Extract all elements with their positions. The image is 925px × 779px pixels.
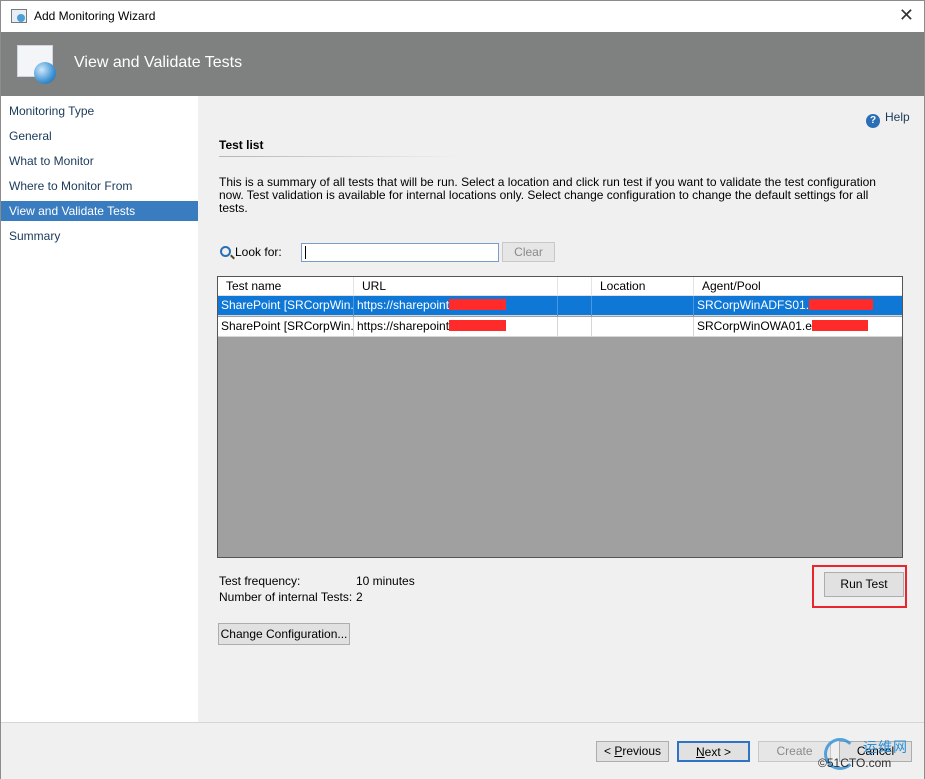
column-header-location[interactable]: Location [592, 277, 694, 296]
cell-url-text: https://sharepoint [357, 298, 450, 312]
nav-item-view-and-validate-tests[interactable]: View and Validate Tests [1, 201, 198, 221]
change-configuration-button[interactable]: Change Configuration... [218, 623, 350, 645]
cell-agent-pool: SRCorpWinOWA01.e [694, 317, 902, 337]
test-frequency-label: Test frequency: [219, 574, 301, 588]
section-title: Test list [219, 138, 264, 152]
redaction-mark [449, 299, 507, 310]
help-icon: ? [866, 114, 880, 128]
main-content: ? Help Test list This is a summary of all… [198, 96, 924, 722]
internal-tests-label: Number of internal Tests: [219, 590, 353, 604]
cell-agent-pool: SRCorpWinADFS01. [694, 296, 902, 316]
wizard-app-icon [11, 9, 27, 23]
text-caret [305, 246, 306, 259]
help-link[interactable]: ? Help [866, 110, 910, 128]
look-for-text: Look for: [235, 245, 282, 259]
column-header-test-name[interactable]: Test name [218, 277, 354, 296]
window-title: Add Monitoring Wizard [34, 9, 156, 23]
help-label: Help [885, 110, 910, 124]
redaction-mark [809, 299, 874, 310]
cell-agent-text: SRCorpWinOWA01.e [697, 319, 812, 333]
column-header-agent-pool[interactable]: Agent/Pool [694, 277, 902, 296]
next-accel: N [695, 745, 705, 759]
monitor-globe-icon [17, 45, 56, 84]
column-header-blank[interactable] [558, 277, 592, 296]
test-list-grid: Test name URL Location Agent/Pool ShareP… [217, 276, 903, 558]
cell-location [592, 317, 694, 337]
nav-item-monitoring-type[interactable]: Monitoring Type [1, 101, 198, 121]
cell-url: https://sharepoint [354, 296, 558, 316]
cancel-button[interactable]: Cancel [839, 741, 912, 762]
next-button[interactable]: Next > [677, 741, 750, 762]
page-title: View and Validate Tests [74, 54, 243, 71]
clear-button[interactable]: Clear [502, 242, 555, 262]
previous-button[interactable]: < Previous [596, 741, 669, 762]
add-monitoring-wizard-window: Add Monitoring Wizard ✕ View and Validat… [0, 0, 925, 779]
wizard-step-nav: Monitoring Type General What to Monitor … [1, 96, 198, 722]
wizard-header: View and Validate Tests [1, 32, 924, 96]
table-row[interactable]: SharePoint [SRCorpWin... https://sharepo… [218, 317, 902, 337]
nav-item-where-to-monitor-from[interactable]: Where to Monitor From [1, 176, 198, 196]
description-text: This is a summary of all tests that will… [219, 175, 876, 215]
internal-tests-value: 2 [356, 590, 363, 604]
cell-blank [558, 317, 592, 337]
cell-test-name: SharePoint [SRCorpWin... [218, 317, 354, 337]
search-icon [220, 246, 231, 257]
previous-rest: revious [622, 744, 662, 758]
close-icon[interactable]: ✕ [899, 6, 914, 24]
cell-agent-text: SRCorpWinADFS01. [697, 298, 810, 312]
cell-test-name: SharePoint [SRCorpWin... [218, 296, 354, 316]
previous-prefix: < [603, 744, 615, 758]
grid-header-row: Test name URL Location Agent/Pool [218, 277, 902, 296]
column-header-url[interactable]: URL [354, 277, 558, 296]
cell-url: https://sharepoint [354, 317, 558, 337]
run-test-button[interactable]: Run Test [824, 572, 904, 597]
cell-blank [558, 296, 592, 316]
nav-item-general[interactable]: General [1, 126, 198, 146]
look-for-label: Look for: [220, 245, 282, 259]
title-bar: Add Monitoring Wizard ✕ [1, 1, 924, 32]
search-input[interactable] [301, 243, 499, 262]
redaction-mark [449, 320, 507, 331]
nav-item-what-to-monitor[interactable]: What to Monitor [1, 151, 198, 171]
wizard-footer: < Previous Next > Create Cancel [1, 722, 924, 779]
test-frequency-value: 10 minutes [356, 574, 415, 588]
redaction-mark [811, 320, 868, 331]
next-rest: ext > [704, 745, 732, 759]
cell-location [592, 296, 694, 316]
table-row[interactable]: SharePoint [SRCorpWin... https://sharepo… [218, 296, 902, 316]
cell-url-text: https://sharepoint [357, 319, 450, 333]
section-divider [219, 156, 459, 157]
create-button[interactable]: Create [758, 741, 831, 762]
nav-item-summary[interactable]: Summary [1, 226, 198, 246]
